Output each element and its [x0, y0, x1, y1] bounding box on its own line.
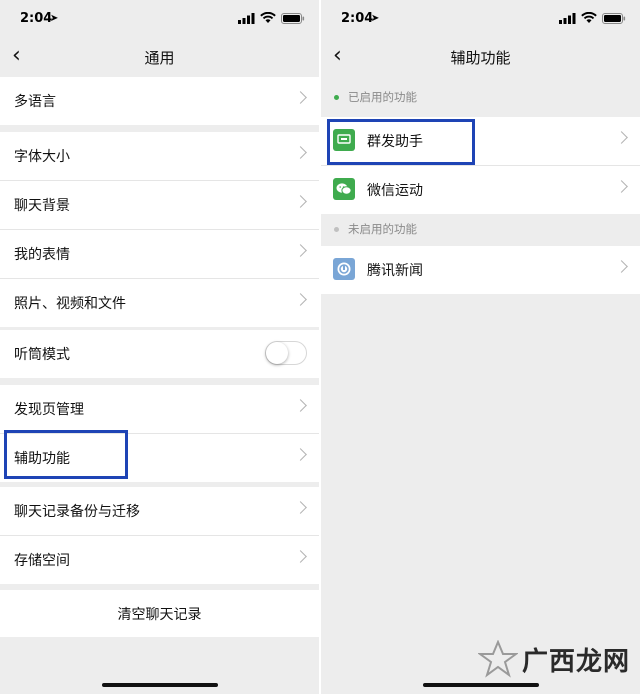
settings-group-storage: 聊天记录备份与迁移 存储空间	[0, 487, 319, 584]
feature-row-wechat-sport[interactable]: 微信运动	[321, 166, 640, 214]
disabled-dot-icon	[334, 227, 339, 232]
home-indicator	[422, 683, 539, 687]
disabled-section-header: 未启用的功能	[321, 216, 640, 244]
settings-row-chat-background[interactable]: 聊天背景	[0, 181, 319, 230]
battery-icon	[281, 12, 305, 24]
chevron-right-icon	[294, 448, 307, 461]
nav-bar: ‹ 辅助功能	[321, 38, 640, 76]
page-title: 通用	[144, 49, 175, 67]
wechat-sport-icon	[333, 178, 355, 200]
enabled-dot-icon	[334, 95, 339, 100]
status-time: 2:04	[341, 11, 374, 26]
clear-chat-history-button[interactable]: 清空聊天记录	[0, 590, 319, 637]
watermark-text: 广西龙网	[521, 646, 630, 677]
clear-chat-history-label: 清空聊天记录	[117, 607, 202, 623]
settings-row-stickers[interactable]: 我的表情	[0, 230, 319, 279]
chevron-right-icon	[294, 195, 307, 208]
wifi-icon	[581, 12, 597, 23]
enabled-section-label: 已启用的功能	[348, 90, 417, 104]
signal-icon	[238, 12, 255, 24]
general-settings-screen: 2:04 ➤ ‹ 通用 多语言 字体大小 聊天背景 我的表情 照片、视频和文件 …	[0, 0, 319, 694]
chevron-right-icon	[615, 260, 628, 273]
chevron-right-icon	[294, 244, 307, 257]
settings-row-font-size[interactable]: 字体大小	[0, 132, 319, 181]
feature-label: 群发助手	[367, 134, 423, 150]
signal-icon	[559, 12, 576, 24]
wifi-icon	[260, 12, 276, 23]
feature-row-tencent-news[interactable]: 腾讯新闻	[321, 246, 640, 294]
row-label: 我的表情	[14, 247, 70, 263]
toggle-knob	[266, 342, 288, 364]
mass-message-icon	[333, 129, 355, 151]
feature-label: 腾讯新闻	[367, 263, 423, 279]
settings-row-language[interactable]: 多语言	[0, 77, 319, 125]
chevron-right-icon	[294, 550, 307, 563]
chevron-right-icon	[294, 399, 307, 412]
row-label: 聊天背景	[14, 198, 70, 214]
disabled-features-group: 腾讯新闻	[321, 246, 640, 294]
settings-row-accessibility[interactable]: 辅助功能	[0, 434, 319, 482]
row-label: 听筒模式	[14, 347, 70, 363]
home-indicator	[101, 683, 218, 687]
settings-group-discover: 发现页管理 辅助功能	[0, 385, 319, 482]
earpiece-mode-toggle[interactable]	[265, 341, 307, 365]
row-label: 多语言	[14, 94, 56, 110]
row-label: 聊天记录备份与迁移	[14, 504, 140, 520]
settings-row-storage[interactable]: 存储空间	[0, 536, 319, 584]
page-title: 辅助功能	[450, 49, 511, 67]
battery-icon	[602, 12, 626, 24]
enabled-features-group: 群发助手 微信运动	[321, 117, 640, 214]
settings-row-earpiece-mode: 听筒模式	[0, 330, 319, 378]
enabled-section-header: 已启用的功能	[321, 84, 640, 112]
chevron-right-icon	[294, 146, 307, 159]
feature-label: 微信运动	[367, 183, 423, 199]
disabled-section-label: 未启用的功能	[348, 222, 417, 236]
chevron-right-icon	[294, 501, 307, 514]
status-time: 2:04	[20, 11, 53, 26]
settings-row-media-files[interactable]: 照片、视频和文件	[0, 279, 319, 327]
settings-group-earpiece: 听筒模式	[0, 330, 319, 378]
chevron-right-icon	[294, 91, 307, 104]
star-logo-icon	[477, 640, 518, 678]
settings-group-language: 多语言	[0, 77, 319, 125]
tencent-news-icon	[333, 258, 355, 280]
row-label: 存储空间	[14, 553, 70, 569]
row-label: 发现页管理	[14, 402, 84, 418]
settings-row-discover-manage[interactable]: 发现页管理	[0, 385, 319, 434]
settings-row-chat-backup[interactable]: 聊天记录备份与迁移	[0, 487, 319, 536]
row-label: 照片、视频和文件	[14, 296, 126, 312]
nav-bar: ‹ 通用	[0, 38, 319, 76]
accessibility-screen: 2:04 ➤ ‹ 辅助功能 已启用的功能 群发助手 微信运动 未启用的功能 腾讯…	[321, 0, 640, 694]
chevron-right-icon	[294, 293, 307, 306]
row-label: 辅助功能	[14, 451, 70, 467]
status-bar: 2:04 ➤	[0, 0, 319, 38]
location-arrow-icon: ➤	[371, 13, 380, 24]
settings-group-display: 字体大小 聊天背景 我的表情 照片、视频和文件	[0, 132, 319, 327]
status-bar: 2:04 ➤	[321, 0, 640, 38]
chevron-right-icon	[615, 131, 628, 144]
row-label: 字体大小	[14, 149, 70, 165]
chevron-right-icon	[615, 180, 628, 193]
location-arrow-icon: ➤	[50, 13, 59, 24]
watermark: 广西龙网	[477, 640, 630, 678]
feature-row-mass-message[interactable]: 群发助手	[321, 117, 640, 166]
